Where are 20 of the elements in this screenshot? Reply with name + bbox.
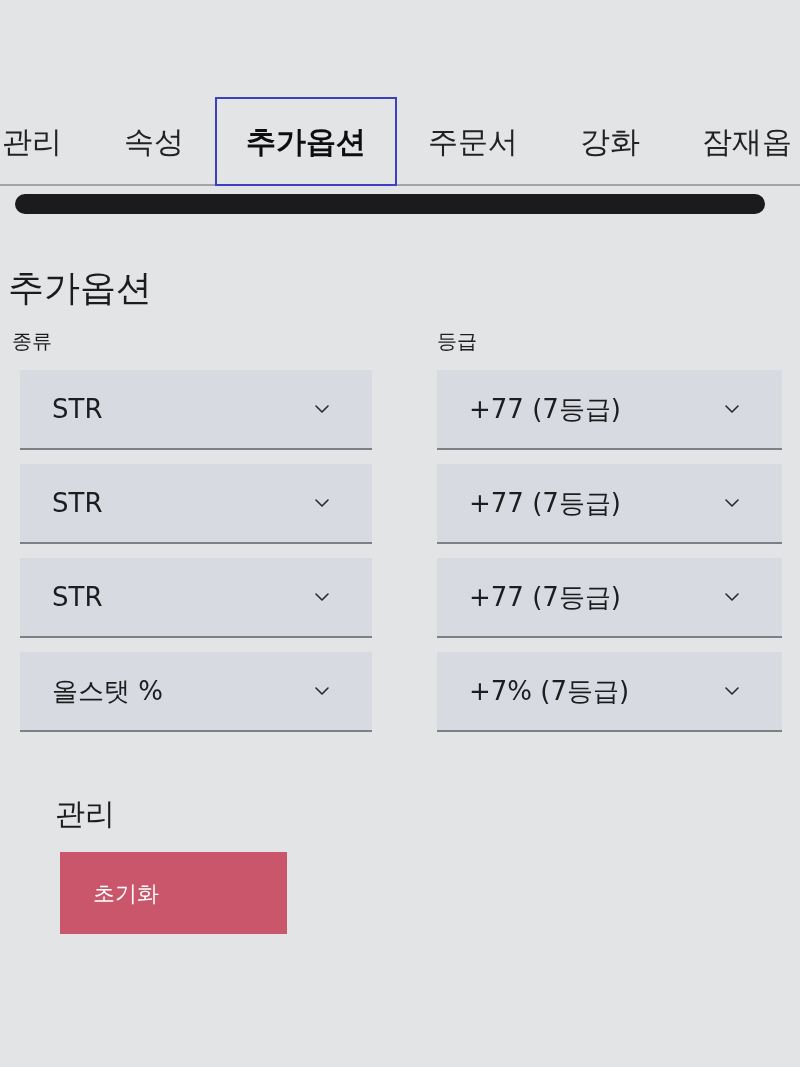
section-title: 추가옵션 — [8, 266, 152, 310]
grade-dropdown[interactable]: +77 (7등급) — [437, 464, 782, 544]
type-dropdown[interactable]: 올스탯 % — [20, 652, 372, 732]
tab[interactable]: 관리 — [0, 97, 93, 186]
type-label: 종류 — [12, 328, 52, 355]
section-title: 관리 — [55, 795, 115, 833]
grade-dropdown[interactable]: +77 (7등급) — [437, 370, 782, 450]
grade-dropdown[interactable]: +77 (7등급) — [437, 558, 782, 638]
grade-label: 등급 — [437, 328, 477, 355]
type-dropdown[interactable]: STR — [20, 464, 372, 544]
reset-button[interactable]: 초기화 — [60, 852, 287, 934]
scrollbar-thumb[interactable] — [15, 194, 765, 214]
type-dropdown[interactable]: STR — [20, 370, 372, 450]
tab[interactable]: 잠재옵 — [671, 97, 800, 186]
tab[interactable]: 추가옵션 — [215, 97, 397, 186]
tab[interactable]: 주문서 — [397, 97, 549, 186]
type-dropdown[interactable]: STR — [20, 558, 372, 638]
tab[interactable]: 강화 — [549, 97, 671, 186]
grade-dropdown[interactable]: +7% (7등급) — [437, 652, 782, 732]
tab[interactable]: 속성 — [93, 97, 215, 186]
